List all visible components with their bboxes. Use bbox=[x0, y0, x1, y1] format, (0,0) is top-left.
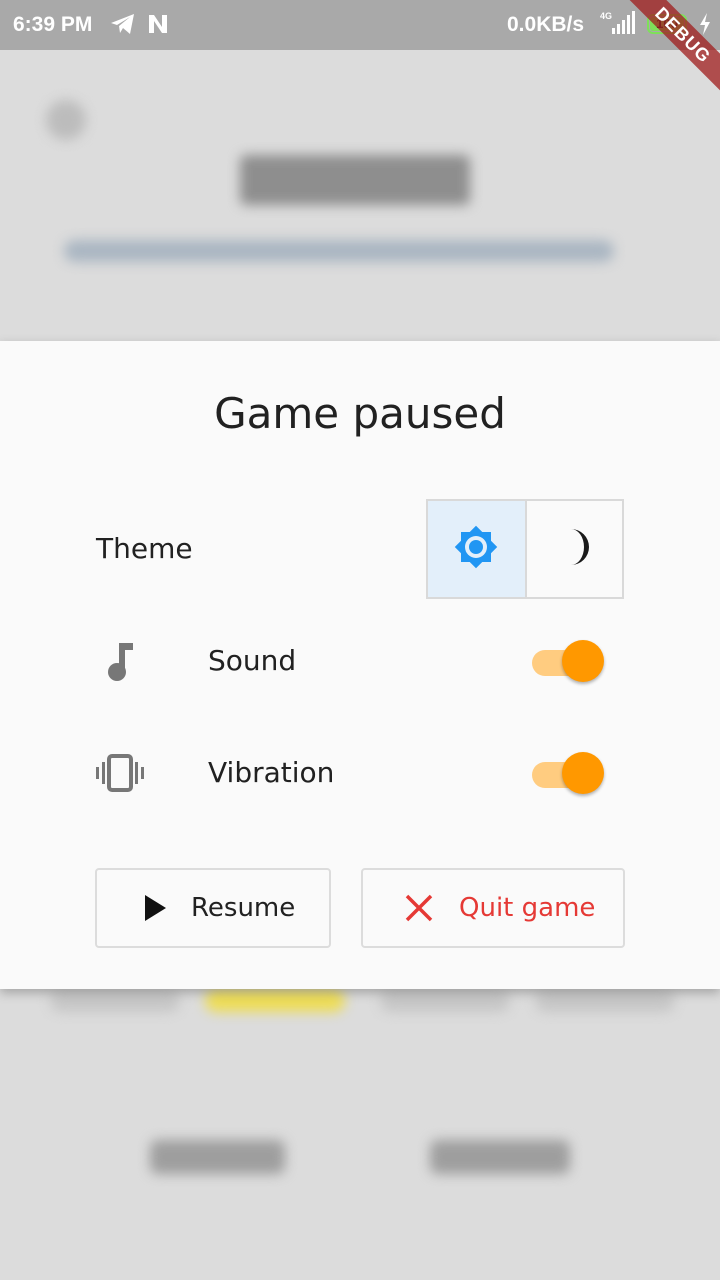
back-button-blurred bbox=[46, 100, 86, 140]
status-bar: 6:39 PM 0.0KB/s 4G 100 bbox=[0, 0, 720, 50]
theme-toggle-group bbox=[426, 499, 624, 599]
light-theme-button[interactable] bbox=[428, 501, 525, 597]
resume-button[interactable]: Resume bbox=[95, 868, 331, 948]
stat-blurred bbox=[430, 1140, 570, 1174]
sound-label: Sound bbox=[208, 644, 297, 677]
quit-game-button[interactable]: Quit game bbox=[361, 868, 625, 948]
music-note-icon bbox=[103, 641, 139, 687]
telegram-icon bbox=[110, 12, 136, 42]
network-speed: 0.0KB/s bbox=[507, 13, 585, 36]
status-time: 6:39 PM bbox=[13, 13, 93, 36]
sound-switch-thumb bbox=[562, 640, 604, 682]
game-title-blurred bbox=[240, 155, 470, 205]
close-icon bbox=[403, 892, 435, 924]
chip-blurred bbox=[380, 990, 510, 1012]
vibration-switch[interactable] bbox=[530, 752, 606, 796]
play-icon bbox=[143, 894, 167, 922]
chip-blurred-highlight bbox=[205, 990, 345, 1012]
progress-bar-blurred bbox=[64, 240, 614, 262]
light-theme-icon bbox=[451, 522, 501, 576]
dark-theme-button[interactable] bbox=[524, 501, 622, 597]
vibration-icon bbox=[95, 753, 145, 797]
chip-blurred bbox=[535, 990, 675, 1012]
pause-dialog: Game paused Theme Sound Vibration Resume… bbox=[0, 341, 720, 989]
dark-theme-moon-icon bbox=[549, 522, 599, 576]
stat-blurred bbox=[150, 1140, 285, 1174]
quit-game-label: Quit game bbox=[459, 893, 596, 923]
resume-label: Resume bbox=[191, 893, 296, 923]
sound-switch[interactable] bbox=[530, 640, 606, 684]
dialog-title: Game paused bbox=[214, 389, 506, 438]
n-app-icon bbox=[146, 12, 170, 42]
network-type: 4G bbox=[600, 11, 612, 21]
chip-blurred bbox=[50, 990, 180, 1012]
vibration-switch-thumb bbox=[562, 752, 604, 794]
vibration-label: Vibration bbox=[208, 756, 335, 789]
theme-label: Theme bbox=[96, 532, 193, 565]
signal-icon: 4G bbox=[598, 10, 636, 42]
